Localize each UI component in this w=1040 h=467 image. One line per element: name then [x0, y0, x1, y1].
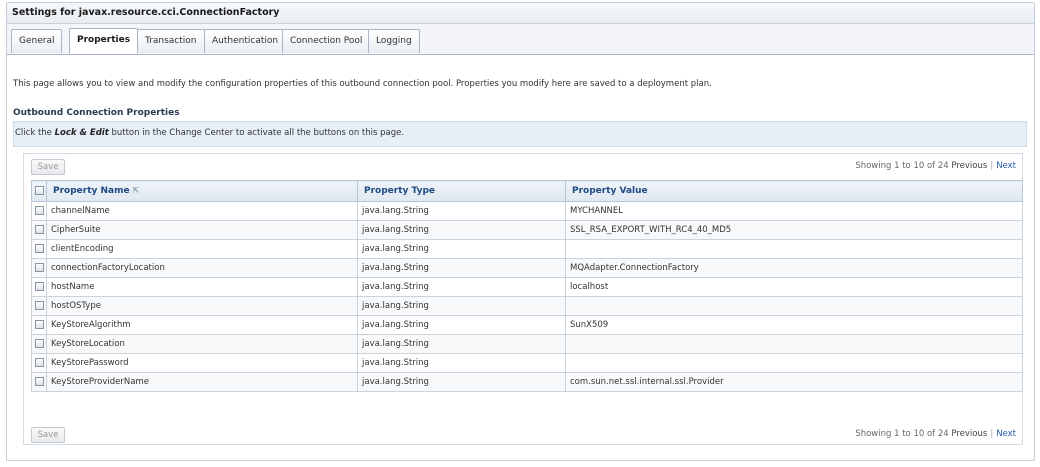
property-name-cell: hostName	[46, 277, 358, 297]
property-type-cell: java.lang.String	[357, 201, 566, 221]
table-row: CipherSuite java.lang.String SSL_RSA_EXPOR…	[31, 220, 1023, 240]
property-value-cell	[565, 239, 1023, 259]
table-row: KeyStorePassword java.lang.String	[31, 353, 1023, 373]
pager-top: Showing 1 to 10 of 24 Previous | Next	[855, 161, 1016, 171]
property-name-cell: connectionFactoryLocation	[46, 258, 358, 278]
property-type-cell: java.lang.String	[357, 277, 566, 297]
property-value-cell: com.sun.net.ssl.internal.ssl.Provider	[565, 372, 1023, 392]
property-type-cell: java.lang.String	[357, 372, 566, 392]
table-row: hostName java.lang.String localhost	[31, 277, 1023, 297]
property-name-cell: CipherSuite	[46, 220, 358, 240]
pager-bottom: Showing 1 to 10 of 24 Previous | Next	[855, 429, 1016, 439]
table-row: channelName java.lang.String MYCHANNEL	[31, 201, 1023, 221]
row-select-cell	[31, 258, 47, 278]
panel-title: Settings for javax.resource.cci.Connecti…	[7, 3, 1034, 24]
pager-separator: |	[990, 429, 994, 439]
table-row: KeyStoreLocation java.lang.String	[31, 334, 1023, 354]
select-all-cell	[31, 180, 47, 202]
tab-authentication[interactable]: Authentication	[204, 29, 287, 53]
row-select-cell	[31, 334, 47, 354]
tab-logging[interactable]: Logging	[368, 29, 420, 53]
lock-notice-suffix: button in the Change Center to activate …	[111, 128, 405, 138]
save-button-top[interactable]: Save	[31, 159, 65, 175]
tab-general[interactable]: General	[11, 29, 63, 53]
property-value-cell	[565, 353, 1023, 373]
property-type-cell: java.lang.String	[357, 296, 566, 316]
row-checkbox[interactable]	[35, 358, 44, 367]
property-value-cell: localhost	[565, 277, 1023, 297]
row-select-cell	[31, 201, 47, 221]
tab-connection-pool[interactable]: Connection Pool	[282, 29, 371, 53]
sort-ascending-icon: ⇱	[132, 186, 140, 195]
lock-notice-prefix: Click the	[15, 128, 52, 138]
property-name-cell: KeyStoreAlgorithm	[46, 315, 358, 335]
pager-next-link[interactable]: Next	[996, 429, 1016, 439]
property-value-cell: SunX509	[565, 315, 1023, 335]
table-row: KeyStoreAlgorithm java.lang.String SunX509	[31, 315, 1023, 335]
row-checkbox[interactable]	[35, 244, 44, 253]
tab-bar: General Properties Transaction Authentic…	[7, 24, 1034, 55]
row-select-cell	[31, 220, 47, 240]
row-checkbox[interactable]	[35, 320, 44, 329]
pager-next-link[interactable]: Next	[996, 161, 1016, 171]
row-select-cell	[31, 353, 47, 373]
lock-edit-notice: Click the Lock & Edit button in the Chan…	[13, 121, 1027, 147]
property-type-cell: java.lang.String	[357, 334, 566, 354]
property-value-cell	[565, 296, 1023, 316]
properties-table-container: Save Showing 1 to 10 of 24 Previous | Next…	[23, 153, 1023, 445]
property-type-cell: java.lang.String	[357, 220, 566, 240]
property-name-cell: hostOSType	[46, 296, 358, 316]
property-name-cell: KeyStoreLocation	[46, 334, 358, 354]
intro-text: This page allows you to view and modify …	[13, 79, 712, 89]
row-checkbox[interactable]	[35, 339, 44, 348]
select-all-checkbox[interactable]	[35, 186, 44, 195]
column-header-property-name[interactable]: Property Name ⇱	[46, 180, 358, 202]
property-type-cell: java.lang.String	[357, 353, 566, 373]
table-row: clientEncoding java.lang.String	[31, 239, 1023, 259]
row-checkbox[interactable]	[35, 263, 44, 272]
column-header-property-value[interactable]: Property Value	[565, 180, 1023, 202]
column-label: Property Name	[53, 186, 130, 196]
tab-transaction[interactable]: Transaction	[137, 29, 205, 53]
row-select-cell	[31, 277, 47, 297]
property-type-cell: java.lang.String	[357, 315, 566, 335]
property-value-cell: SSL_RSA_EXPORT_WITH_RC4_40_MD5	[565, 220, 1023, 240]
property-name-cell: clientEncoding	[46, 239, 358, 259]
property-name-cell: KeyStorePassword	[46, 353, 358, 373]
table-row: hostOSType java.lang.String	[31, 296, 1023, 316]
property-name-cell: channelName	[46, 201, 358, 221]
tab-properties[interactable]: Properties	[69, 28, 139, 54]
row-checkbox[interactable]	[35, 282, 44, 291]
property-type-cell: java.lang.String	[357, 239, 566, 259]
property-name-cell: KeyStoreProviderName	[46, 372, 358, 392]
table-row: connectionFactoryLocation java.lang.Strin…	[31, 258, 1023, 278]
pager-status: Showing 1 to 10 of 24	[855, 429, 949, 439]
pager-previous-link[interactable]: Previous	[951, 161, 987, 171]
save-button-bottom[interactable]: Save	[31, 427, 65, 443]
property-type-cell: java.lang.String	[357, 258, 566, 278]
lock-notice-emphasis: Lock & Edit	[54, 128, 109, 138]
row-checkbox[interactable]	[35, 206, 44, 215]
property-value-cell: MYCHANNEL	[565, 201, 1023, 221]
row-select-cell	[31, 239, 47, 259]
property-value-cell	[565, 334, 1023, 354]
pager-status: Showing 1 to 10 of 24	[855, 161, 949, 171]
row-checkbox[interactable]	[35, 377, 44, 386]
table-header-row: Property Name ⇱ Property Type Property Va…	[31, 180, 1023, 202]
column-header-property-type[interactable]: Property Type	[357, 180, 566, 202]
pager-previous-link[interactable]: Previous	[951, 429, 987, 439]
table-row: KeyStoreProviderName java.lang.String com.…	[31, 372, 1023, 392]
pager-separator: |	[990, 161, 994, 171]
row-checkbox[interactable]	[35, 301, 44, 310]
row-select-cell	[31, 372, 47, 392]
section-title: Outbound Connection Properties	[13, 108, 180, 118]
row-select-cell	[31, 315, 47, 335]
row-checkbox[interactable]	[35, 225, 44, 234]
property-value-cell: MQAdapter.ConnectionFactory	[565, 258, 1023, 278]
properties-table: Property Name ⇱ Property Type Property Va…	[31, 180, 1023, 392]
row-select-cell	[31, 296, 47, 316]
